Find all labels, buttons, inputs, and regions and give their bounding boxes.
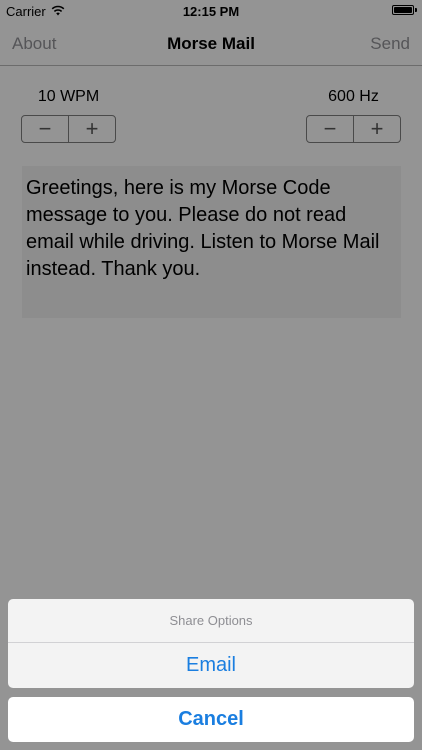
action-sheet-title: Share Options	[8, 599, 414, 643]
share-action-sheet: Share Options Email	[8, 599, 414, 688]
email-option-button[interactable]: Email	[8, 643, 414, 688]
cancel-button[interactable]: Cancel	[8, 697, 414, 742]
